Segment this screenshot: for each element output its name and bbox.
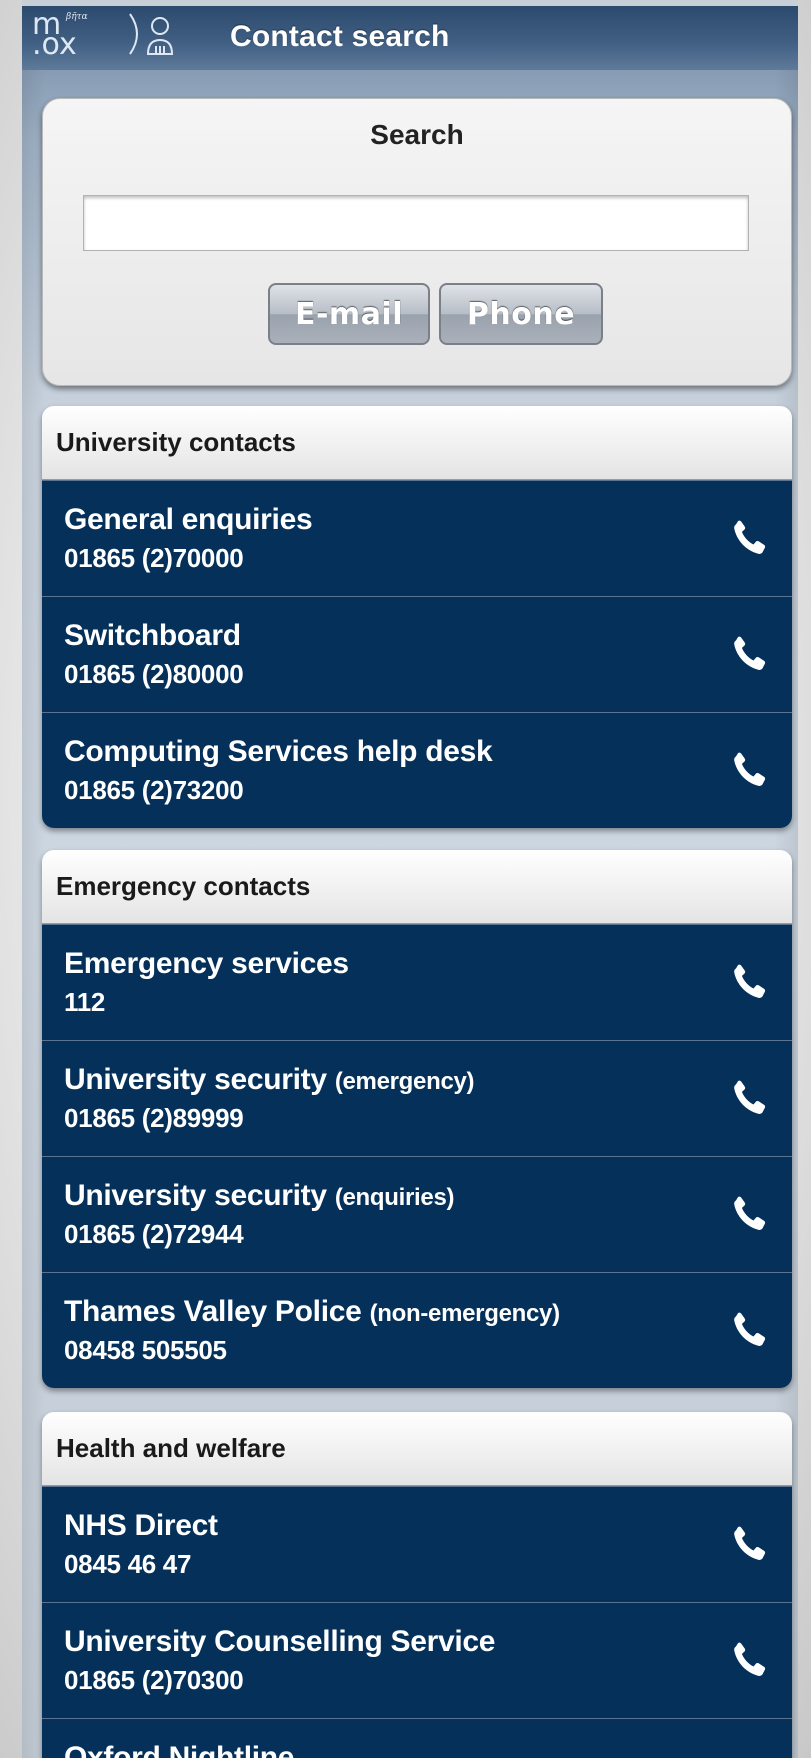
search-input[interactable] <box>83 195 749 251</box>
phone-handset-icon[interactable] <box>726 1309 770 1353</box>
contact-name: University security <box>64 1063 327 1096</box>
search-panel: Search E-mail Phone <box>42 98 792 386</box>
section-health-and-welfare: Health and welfare NHS Direct 0845 46 47… <box>42 1412 792 1758</box>
logo-beta-badge: βῆτα <box>65 12 88 22</box>
contact-row[interactable]: Emergency services 112 <box>42 924 792 1040</box>
contact-name: University Counselling Service <box>64 1625 496 1658</box>
email-search-button[interactable]: E-mail <box>268 283 430 345</box>
phone-search-button[interactable]: Phone <box>439 283 603 345</box>
contact-name: Emergency services <box>64 947 349 980</box>
contact-row[interactable]: University security (enquiries) 01865 (2… <box>42 1156 792 1272</box>
contact-qualifier: (enquiries) <box>334 1184 455 1211</box>
contact-name: NHS Direct <box>64 1509 218 1542</box>
phone-handset-icon[interactable] <box>726 961 770 1005</box>
page-title: Contact search <box>230 20 450 53</box>
contact-number: 01865 (2)73200 <box>64 775 244 805</box>
contact-number: 01865 (2)89999 <box>64 1103 244 1133</box>
contact-name: Switchboard <box>64 619 241 652</box>
contact-row[interactable]: General enquiries 01865 (2)70000 <box>42 480 792 596</box>
section-header: Health and welfare <box>42 1412 792 1486</box>
phone-handset-icon[interactable] <box>726 1193 770 1237</box>
user-icon <box>146 17 174 55</box>
phone-handset-icon[interactable] <box>726 749 770 793</box>
phone-handset-icon[interactable] <box>726 517 770 561</box>
phone-handset-icon[interactable] <box>726 633 770 677</box>
contact-name: General enquiries <box>64 503 313 536</box>
phone-handset-icon[interactable] <box>726 1077 770 1121</box>
contact-number: 01865 (2)70000 <box>64 543 244 573</box>
contact-number: 08458 505505 <box>64 1335 227 1365</box>
logo-bracket <box>129 13 138 55</box>
contact-name: University security <box>64 1179 327 1212</box>
contact-row[interactable]: University security (emergency) 01865 (2… <box>42 1040 792 1156</box>
contact-row[interactable]: Oxford Nightline <box>42 1718 792 1758</box>
phone-handset-icon[interactable] <box>726 1523 770 1567</box>
contact-name: Oxford Nightline <box>64 1741 295 1758</box>
phone-handset-icon[interactable] <box>726 1639 770 1683</box>
section-university-contacts: University contacts General enquiries 01… <box>42 406 792 828</box>
contact-row[interactable]: University Counselling Service 01865 (2)… <box>42 1602 792 1718</box>
contact-number: 112 <box>64 987 106 1017</box>
contact-qualifier: (emergency) <box>334 1068 475 1095</box>
app-header: m .ox βῆτα Contact search <box>22 0 798 70</box>
app-screen: m .ox βῆτα Contact search Search E-mail … <box>22 0 798 1758</box>
section-emergency-contacts: Emergency contacts Emergency services 11… <box>42 850 792 1388</box>
contact-number: 0845 46 47 <box>64 1549 192 1579</box>
contact-qualifier: (non-emergency) <box>369 1300 561 1327</box>
section-header: Emergency contacts <box>42 850 792 924</box>
contact-number: 01865 (2)80000 <box>64 659 244 689</box>
contact-name: Thames Valley Police <box>64 1295 362 1328</box>
contact-number: 01865 (2)70300 <box>64 1665 244 1695</box>
mox-logo[interactable]: m .ox βῆτα <box>32 8 182 58</box>
contact-row[interactable]: NHS Direct 0845 46 47 <box>42 1486 792 1602</box>
section-header: University contacts <box>42 406 792 480</box>
contact-number: 01865 (2)72944 <box>64 1219 244 1249</box>
contact-name: Computing Services help desk <box>64 735 493 768</box>
contact-row[interactable]: Computing Services help desk 01865 (2)73… <box>42 712 792 828</box>
logo-ox: .ox <box>32 27 77 58</box>
contact-row[interactable]: Thames Valley Police (non-emergency) 084… <box>42 1272 792 1388</box>
search-label: Search <box>370 119 464 150</box>
contact-row[interactable]: Switchboard 01865 (2)80000 <box>42 596 792 712</box>
